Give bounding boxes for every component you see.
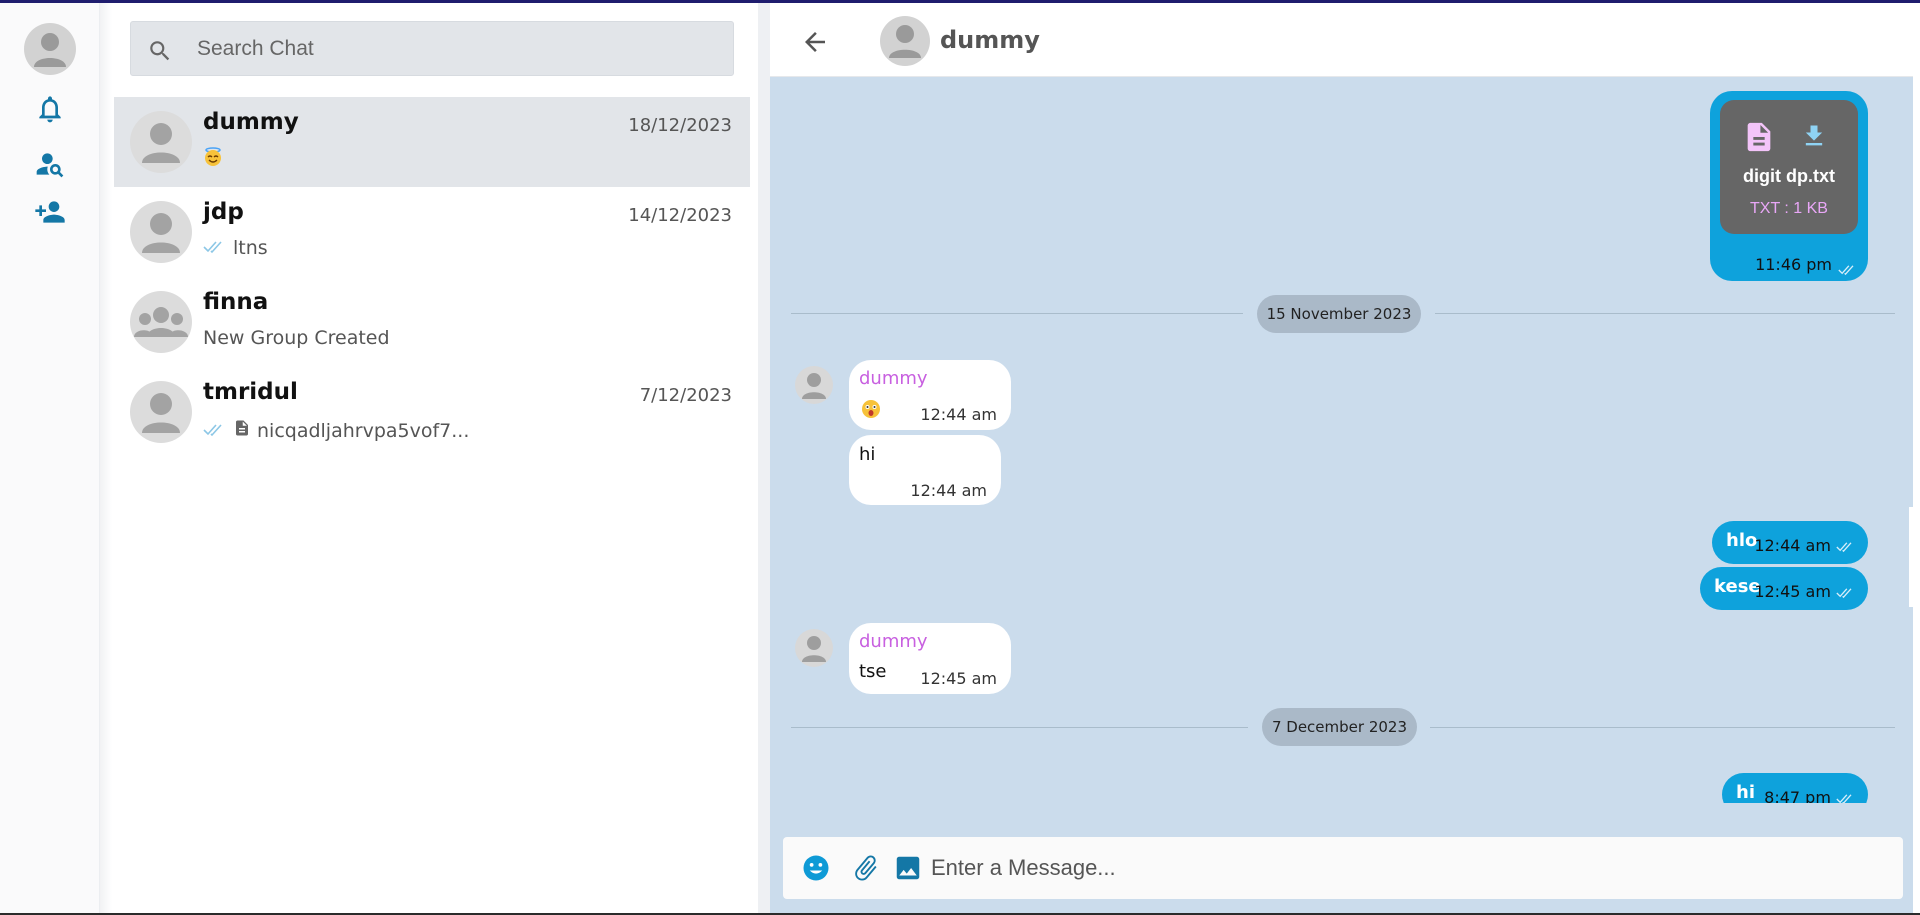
incoming-message: dummy 12:44 am [849, 360, 1011, 430]
message-composer [783, 837, 1903, 899]
sender-name: dummy [859, 368, 928, 389]
outgoing-message: hlo 12:44 am [1712, 521, 1868, 564]
message-time: 12:45 am [1754, 582, 1856, 601]
message-time: 12:44 am [920, 405, 997, 424]
chat-item-dummy[interactable]: dummy 18/12/2023 [114, 97, 750, 187]
message-time: 11:46 pm [1755, 255, 1832, 274]
chat-date: 7/12/2023 [639, 385, 732, 406]
chat-name: jdp [203, 199, 244, 225]
search-input[interactable] [197, 30, 717, 68]
chat-preview: New Group Created [203, 327, 390, 349]
message-text: hlo [1726, 530, 1758, 551]
panel-shadow [100, 3, 112, 913]
message-time: 12:44 am [910, 481, 987, 500]
separator-line [1435, 313, 1895, 314]
message-text: hi [859, 444, 876, 465]
chat-date: 18/12/2023 [628, 115, 732, 136]
message-time: 12:44 am [1754, 536, 1856, 555]
double-check-icon [203, 237, 227, 259]
double-check-icon [1836, 587, 1852, 598]
chat-item-finna[interactable]: finna New Group Created [114, 277, 750, 367]
emoji-icon[interactable] [801, 853, 831, 883]
left-rail [0, 3, 100, 913]
panel-splitter[interactable] [758, 3, 770, 913]
document-icon [1742, 118, 1776, 156]
chat-item-jdp[interactable]: jdp 14/12/2023 ltns [114, 187, 750, 277]
file-meta: TXT : 1 KB [1750, 200, 1828, 217]
search-box [130, 21, 734, 76]
message-text: hi [1736, 782, 1755, 803]
avatar [130, 381, 192, 443]
chat-preview: nicqadljahrvpa5vof7... [203, 417, 469, 444]
attachment-icon[interactable] [851, 853, 881, 883]
sender-name: dummy [859, 631, 928, 652]
date-separator: 15 November 2023 [1257, 295, 1421, 333]
bell-icon[interactable] [34, 93, 66, 125]
chat-preview [203, 147, 229, 167]
incoming-message: hi 12:44 am [849, 435, 1001, 505]
chat-preview-text: nicqadljahrvpa5vof7... [257, 419, 470, 442]
chat-item-tmridul[interactable]: tmridul 7/12/2023 nicqadljahrvpa5vof7... [114, 367, 750, 457]
double-check-icon [1838, 259, 1858, 278]
image-icon[interactable] [893, 853, 923, 883]
chat-preview: ltns [203, 237, 268, 259]
chat-preview-text: ltns [233, 237, 268, 259]
sender-avatar [795, 366, 833, 404]
halo-emoji-icon [203, 147, 223, 167]
avatar [130, 111, 192, 173]
find-user-icon[interactable] [34, 148, 66, 180]
back-arrow-icon[interactable] [800, 27, 830, 57]
document-icon [233, 417, 251, 444]
message-time: 8:47 pm [1764, 788, 1856, 803]
separator-line [791, 727, 1248, 728]
conversation-header: dummy [770, 3, 1916, 77]
double-check-icon [1836, 541, 1852, 552]
contact-avatar[interactable] [880, 16, 930, 66]
outgoing-message: kese 12:45 am [1700, 567, 1868, 610]
chat-name: dummy [203, 109, 299, 135]
double-check-icon [203, 420, 227, 442]
outgoing-message: hi 8:47 pm [1722, 773, 1868, 803]
download-icon[interactable] [1800, 122, 1828, 150]
file-name: digit dp.txt [1743, 166, 1835, 186]
add-user-icon[interactable] [34, 196, 66, 228]
message-area[interactable]: digit dp.txt TXT : 1 KB 11:46 pm 15 Nove… [770, 77, 1916, 803]
search-icon [147, 38, 173, 64]
double-check-icon [1836, 793, 1852, 803]
message-time: 12:45 am [920, 669, 997, 688]
separator-line [1430, 727, 1895, 728]
date-separator: 7 December 2023 [1262, 708, 1417, 746]
profile-avatar[interactable] [24, 23, 76, 75]
conversation-title: dummy [940, 26, 1040, 54]
chat-date: 14/12/2023 [628, 205, 732, 226]
group-avatar [130, 291, 192, 353]
sender-avatar [795, 629, 833, 667]
separator-line [791, 313, 1243, 314]
incoming-message: dummy tse 12:45 am [849, 623, 1011, 694]
file-attachment-card[interactable]: digit dp.txt TXT : 1 KB [1720, 100, 1858, 234]
avatar [130, 201, 192, 263]
message-input[interactable] [931, 849, 1881, 887]
chat-name: finna [203, 289, 269, 315]
window-scrollbar[interactable] [1913, 3, 1920, 913]
chat-preview-text: New Group Created [203, 327, 390, 349]
message-text: tse [859, 661, 887, 682]
astonished-emoji-icon [861, 399, 881, 423]
file-message-bubble: digit dp.txt TXT : 1 KB 11:46 pm [1710, 91, 1868, 281]
chat-name: tmridul [203, 379, 298, 405]
